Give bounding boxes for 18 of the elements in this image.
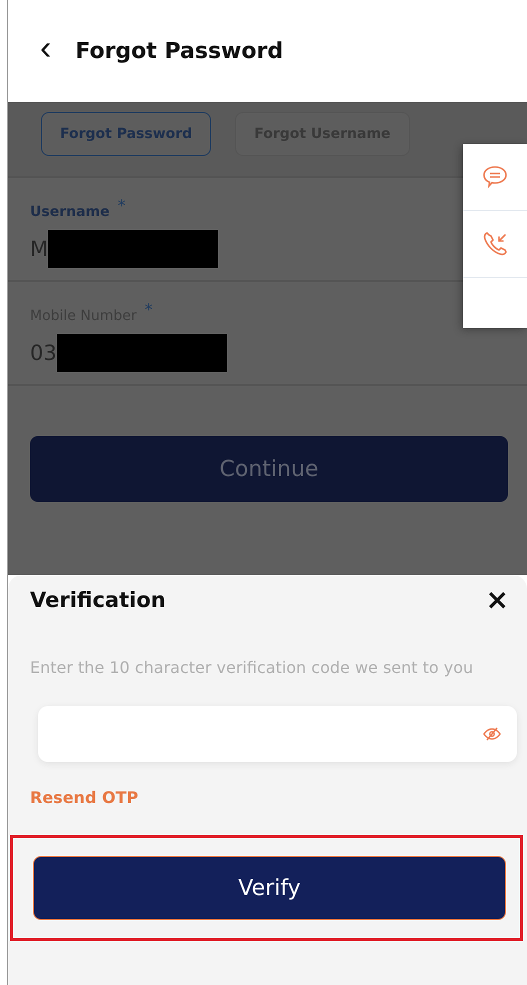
field-value: M <box>30 237 48 261</box>
instruction-text: Enter the 10 character verification code we sent to you <box>30 657 474 679</box>
back-button[interactable]: ‹ <box>36 31 56 71</box>
incoming-call-icon[interactable] <box>481 230 509 258</box>
field-label: Username <box>30 204 110 220</box>
close-button[interactable]: × <box>482 583 513 616</box>
tab[interactable]: Forgot Password <box>41 112 212 156</box>
code-input-field[interactable] <box>38 706 517 762</box>
required-mark: * <box>144 300 153 319</box>
field-value: 03 <box>30 341 57 365</box>
sheet-title: Verification <box>30 588 166 612</box>
page-title: Forgot Password <box>75 38 284 64</box>
chat-icon[interactable] <box>481 163 509 191</box>
verify-button[interactable]: Verify <box>33 856 506 920</box>
required-mark: * <box>118 196 126 215</box>
resend-link[interactable]: Resend OTP <box>30 788 138 807</box>
continue-button[interactable]: Continue <box>30 436 508 502</box>
eye-slash-icon[interactable] <box>483 727 501 741</box>
